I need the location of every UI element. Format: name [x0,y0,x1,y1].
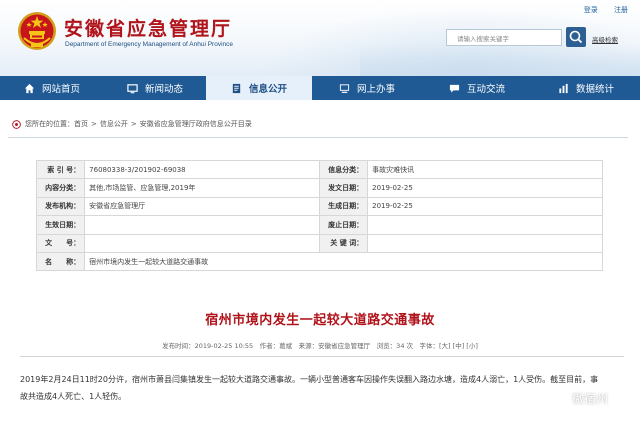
monitor-icon [127,83,138,93]
table-row: 内容分类： 其他,市场监管、应急管理,2019年 发文日期： 2019-02-2… [35,178,603,198]
info-table: 索 引 号： 76080338-3/201902-69038 信息分类： 事故灾… [35,159,603,272]
register-link[interactable]: 注册 [614,6,628,14]
search-icon [569,30,583,44]
field-value: 其他,市场监管、应急管理,2019年 [84,178,320,198]
top-links: 登录 注册 [570,5,628,15]
search-input[interactable]: 请输入搜索关键字 [446,29,562,46]
site-header: 安徽省应急管理厅 Department of Emergency Managem… [0,0,640,76]
field-label: 文 号： [35,233,86,253]
nav-item-news[interactable]: 新闻动态 [104,76,206,100]
location-pin-icon [12,119,21,129]
field-value: 2019-02-25 [367,196,603,217]
table-row: 生效日期： 废止日期： [35,215,603,235]
field-value: 事故灾难快讯 [367,159,603,180]
breadcrumb-prefix: 您所在的位置： [25,120,74,128]
breadcrumb-item-info-public[interactable]: 信息公开 [100,119,128,129]
field-label: 信息分类： [318,159,369,180]
tab-info-public[interactable]: 信息公开 [206,76,312,100]
article-title: 宿州市境内发生一起较大道路交通事故 [205,313,435,328]
breadcrumb-item-catalog[interactable]: 安徽省应急管理厅政府信息公开目录 [140,119,252,129]
nav-item-home[interactable]: 网站首页 [0,76,104,100]
advanced-search-link[interactable]: 高级检索 [592,34,618,44]
nav-item-label: 网站首页 [41,84,80,95]
field-value: 2019-02-25 [367,178,603,198]
field-value-name: 宿州市境内发生一起较大道路交通事故 [84,251,603,272]
nav-item-label: 新闻动态 [144,84,183,95]
table-row: 文 号： 关 键 词： [35,233,603,253]
site-title: 安徽省应急管理厅 [64,18,233,40]
main-nav: 网站首页 新闻动态 信息公开 网上办事 互动交流 数据统计 [0,76,640,100]
table-row: 索 引 号： 76080338-3/201902-69038 信息分类： 事故灾… [35,159,603,180]
national-emblem-icon [18,12,56,50]
chart-icon [559,83,568,93]
field-label: 生成日期： [318,196,369,217]
nav-item-statistics[interactable]: 数据统计 [532,76,640,100]
nav-item-label: 信息公开 [248,84,287,95]
field-value: 安徽省应急管理厅 [84,196,320,217]
field-label: 名 称： [35,251,86,272]
field-value [367,233,603,253]
divider [20,356,624,357]
document-icon [232,83,241,93]
divider [8,137,628,138]
table-row: 名 称： 宿州市境内发生一起较大道路交通事故 [35,251,603,272]
field-label: 索 引 号： [35,159,86,180]
field-label: 关 键 词： [318,233,369,253]
field-label: 发布机构： [35,196,86,217]
nav-item-label: 网上办事 [356,84,395,95]
table-row: 发布机构： 安徽省应急管理厅 生成日期： 2019-02-25 [35,196,603,217]
field-value [84,233,320,253]
breadcrumb: 您所在的位置： 首页 > 信息公开 > 安徽省应急管理厅政府信息公开目录 [12,119,252,129]
breadcrumb-separator: > [130,120,137,128]
computer-icon [339,83,350,93]
watermark-text: 微宿州 [572,392,609,406]
header-background-shade [360,46,640,76]
article-body: 2019年2月24日11时20分许，宿州市萧县闫集镇发生一起较大道路交通事故。一… [20,375,599,401]
field-label: 发文日期： [318,178,369,198]
nav-item-interaction[interactable]: 互动交流 [422,76,532,100]
field-value [84,215,320,235]
nav-item-label: 互动交流 [466,84,505,95]
wechat-icon [553,392,569,405]
watermark: 微宿州 [553,390,608,407]
field-label: 内容分类： [35,178,86,198]
field-label: 生效日期： [35,215,86,235]
nav-item-label: 数据统计 [575,84,614,95]
article-meta: 发布时间：2019-02-25 10:55 作者：葛斌 来源：安徽省应急管理厅 … [162,342,478,350]
home-icon [24,83,35,93]
breadcrumb-separator: > [91,120,97,128]
site-subtitle: Department of Emergency Management of An… [65,41,234,48]
breadcrumb-item-home[interactable]: 首页 [74,119,88,129]
field-value [367,215,603,235]
login-link[interactable]: 登录 [584,6,598,14]
chat-icon [449,84,460,93]
search-button[interactable] [566,27,586,47]
field-value: 76080338-3/201902-69038 [84,159,320,180]
field-label: 废止日期： [318,215,369,235]
nav-item-online-service[interactable]: 网上办事 [312,76,422,100]
